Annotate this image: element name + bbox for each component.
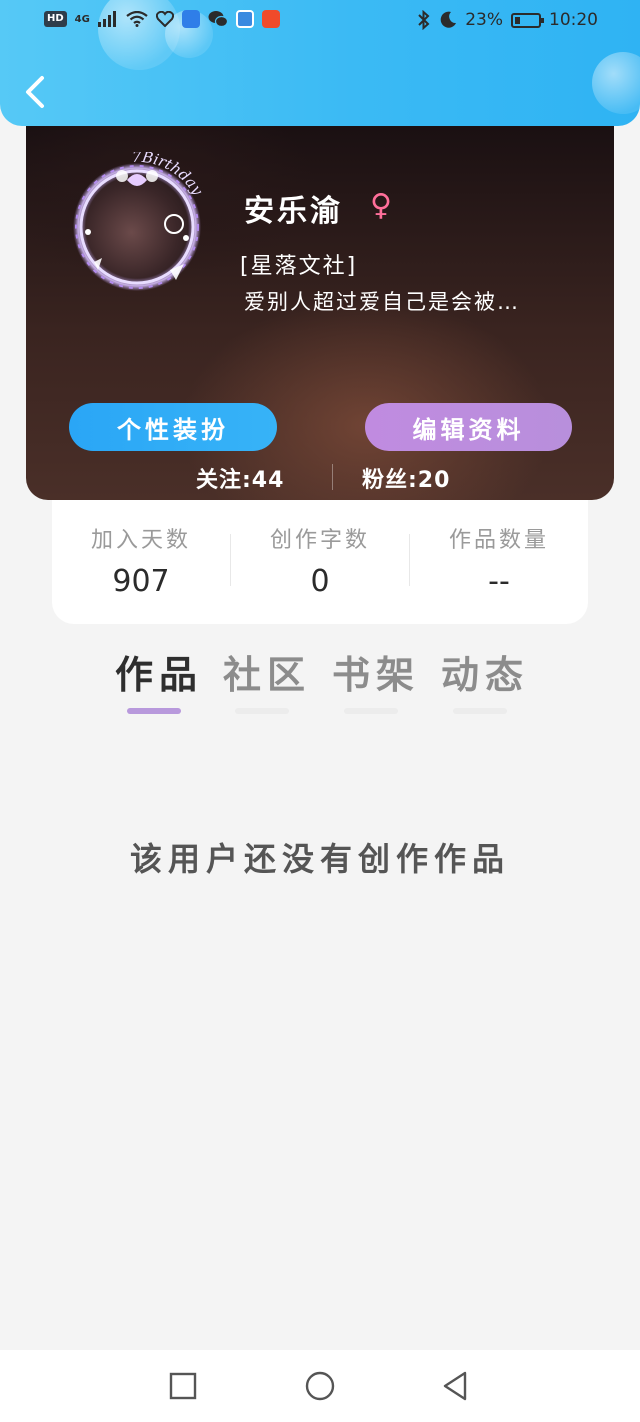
status-icons-right: 23% 10:20: [417, 10, 598, 30]
shield-app-icon: [181, 10, 200, 28]
nav-back-button[interactable]: [437, 1368, 473, 1404]
avatar-frame-decoration: 7Birthday: [73, 152, 207, 291]
stat-value: 0: [310, 564, 330, 599]
club-tag[interactable]: [星落文社]: [240, 248, 357, 280]
shopping-app-icon: [261, 10, 280, 28]
system-nav-bar: [0, 1350, 640, 1422]
tab-indicator: [453, 708, 507, 714]
circle-icon: [305, 1371, 335, 1401]
tab-bookshelf[interactable]: 书架: [322, 640, 430, 720]
user-bio: 爱别人超过爱自己是会被…: [244, 290, 520, 314]
vpn-heart-icon: [155, 11, 174, 27]
tab-works[interactable]: 作品: [105, 640, 213, 720]
followers-count[interactable]: 粉丝:20: [362, 462, 450, 494]
stat-join-days: 加入天数 907: [52, 500, 230, 624]
bluetooth-icon: [418, 10, 430, 30]
tab-label: 书架: [331, 653, 420, 697]
stats-card: 加入天数 907 创作字数 0 作品数量 --: [52, 500, 588, 624]
tab-label: 作品: [114, 653, 203, 697]
stat-label: 作品数量: [448, 528, 549, 553]
recent-apps-button[interactable]: [165, 1368, 201, 1404]
follow-stats: 关注:44 粉丝:20: [26, 460, 614, 494]
stat-label: 加入天数: [90, 528, 191, 553]
avatar[interactable]: 7Birthday: [62, 152, 212, 302]
battery-icon: [511, 12, 544, 28]
profile-card: 7Birthday 安乐渝 ♀ [星落文社] 爱别人超过爱自己是会被… 个性装扮…: [26, 126, 614, 500]
following-count[interactable]: 关注:44: [196, 462, 284, 494]
battery-percent: 23%: [465, 10, 503, 30]
empty-works-message: 该用户还没有创作作品: [129, 840, 510, 878]
tab-indicator: [235, 708, 289, 714]
triangle-back-icon: [443, 1371, 467, 1401]
tab-community[interactable]: 社区: [213, 640, 321, 720]
stat-word-count: 创作字数 0: [231, 500, 409, 624]
stat-value: --: [488, 564, 510, 599]
top-header: HD 4G 23% 10:20: [0, 0, 640, 126]
tab-activity[interactable]: 动态: [431, 640, 539, 720]
battery-cap: [541, 17, 544, 23]
tab-indicator-active: [127, 708, 181, 714]
tab-label: 社区: [222, 653, 311, 697]
tab-indicator: [344, 708, 398, 714]
chevron-left-icon: [26, 76, 44, 108]
stat-label: 创作字数: [269, 528, 370, 553]
status-time: 10:20: [549, 10, 598, 30]
status-icons-left: HD 4G: [44, 10, 280, 28]
stat-value: 907: [112, 564, 170, 599]
stat-works-count: 作品数量 --: [410, 500, 588, 624]
status-bar: HD 4G 23% 10:20: [0, 0, 640, 44]
network-type: 4G: [74, 13, 90, 25]
signal-icon: [97, 11, 116, 27]
home-button[interactable]: [302, 1368, 338, 1404]
moon-icon: [440, 11, 457, 28]
back-button[interactable]: [16, 68, 60, 116]
personal-outfit-button[interactable]: 个性装扮: [69, 403, 277, 451]
wechat-icon: [208, 11, 228, 28]
hd-icon: HD: [44, 11, 67, 27]
content-tabs: 作品 社区 书架 动态: [0, 640, 640, 720]
wifi-icon: [126, 11, 148, 27]
user-name: 安乐渝: [244, 194, 343, 229]
browser-app-icon: [235, 10, 254, 28]
tab-label: 动态: [440, 653, 529, 697]
decorative-bubble: [592, 52, 640, 114]
follow-divider: [332, 464, 333, 490]
female-gender-icon: ♀: [370, 188, 392, 223]
square-icon: [169, 1372, 197, 1400]
edit-profile-button[interactable]: 编辑资料: [365, 403, 572, 451]
battery-level: [515, 16, 520, 24]
